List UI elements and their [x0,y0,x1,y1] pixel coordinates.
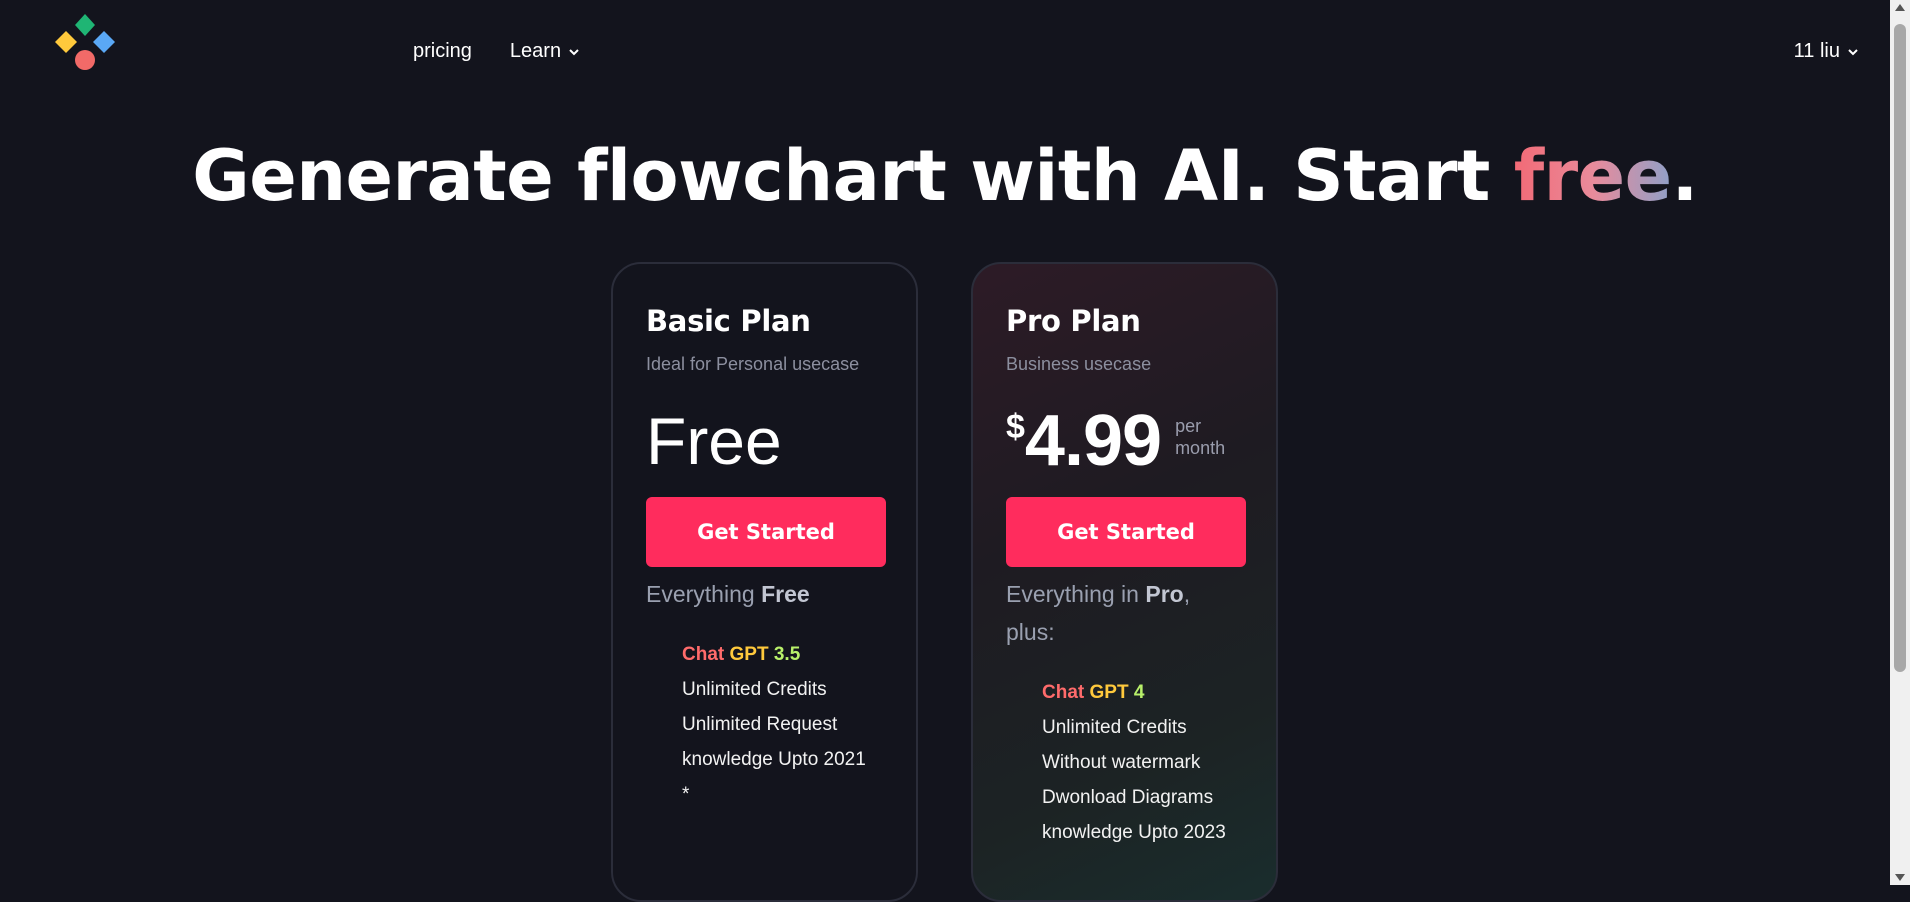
title-end-text: . [1671,135,1699,217]
gpt-version: 3.5 [773,644,801,665]
everything-bold: Pro [1145,581,1184,607]
plan-name: Pro Plan [1006,304,1141,338]
get-started-button[interactable]: Get Started [646,497,886,567]
feature-item: Unlimited Credits [682,679,827,700]
title-accent-text: free [1513,135,1672,217]
scroll-down-arrow-icon[interactable] [1895,874,1905,881]
logo-red-circle [75,50,95,70]
scroll-up-arrow-icon[interactable] [1895,4,1905,11]
scroll-thumb[interactable] [1894,24,1906,672]
app-logo[interactable] [52,14,118,72]
vertical-scrollbar[interactable] [1890,0,1910,885]
feature-gpt: Chat GPT 3.5 [682,637,883,672]
feature-item: knowledge Upto 2023 [1042,822,1226,843]
chevron-down-icon [569,48,579,55]
chevron-down-icon [1848,48,1858,55]
feature-gpt: Chat GPT 4 [1042,675,1243,710]
price-row: $ 4.99 per month [1006,405,1243,477]
page-title: Generate flowchart with AI. Start free. [0,135,1890,217]
main-nav: pricing Learn [413,40,581,63]
gpt-gpt-word: GPT [1089,682,1129,703]
nav-pricing-link[interactable]: pricing [413,40,472,63]
everything-prefix: Everything in [1006,581,1146,607]
plan-subtitle: Business usecase [1006,354,1152,374]
logo-green-diamond [75,14,95,36]
feature-item: Unlimited Request [682,714,838,735]
feature-item: knowledge Upto 2021 [682,749,866,770]
plan-name: Basic Plan [646,304,811,338]
plan-price: Free [646,404,782,478]
gpt-chat-word: Chat [682,644,725,665]
everything-text: Everything Free [646,575,883,613]
pricing-page: pricing Learn 11 liu Generate flowchart … [0,0,1890,902]
logo-yellow-diamond [55,31,77,53]
everything-bold: Free [761,581,810,607]
everything-text: Everything in Pro, plus: [1006,575,1243,651]
everything-prefix: Everything [646,581,762,607]
gpt-chat-word: Chat [1042,682,1085,703]
pro-plan-card: Pro Plan Business usecase $ 4.99 per mont… [971,262,1278,902]
price-period: per month [1175,415,1225,459]
price-currency: $ [1006,408,1025,446]
price-row: Free [646,405,883,477]
basic-plan-card: Basic Plan Ideal for Personal usecase Fr… [611,262,918,902]
feature-item: Dwonload Diagrams [1042,787,1214,808]
gpt-gpt-word: GPT [729,644,769,665]
nav-pricing-label: pricing [413,40,472,62]
nav-learn-label: Learn [509,40,562,62]
get-started-button[interactable]: Get Started [1006,497,1246,567]
user-name: 11 liu [1793,40,1840,62]
price-period-line2: month [1175,438,1226,458]
plan-price: 4.99 [1024,401,1162,481]
feature-item: Without watermark [1042,752,1201,773]
feature-item: Unlimited Credits [1042,717,1187,738]
nav-learn-dropdown[interactable]: Learn [510,40,581,63]
feature-list: Chat GPT 3.5 Unlimited Credits Unlimited… [646,637,883,812]
title-main-text: Generate flowchart with AI. Start [192,135,1514,217]
price-period-line1: per [1175,416,1202,436]
user-menu[interactable]: 11 liu [1794,40,1860,63]
logo-blue-diamond [93,31,115,53]
feature-list: Chat GPT 4 Unlimited Credits Without wat… [1006,675,1243,850]
feature-item: * [682,784,690,805]
gpt-version: 4 [1133,682,1145,703]
plan-subtitle: Ideal for Personal usecase [646,354,860,374]
